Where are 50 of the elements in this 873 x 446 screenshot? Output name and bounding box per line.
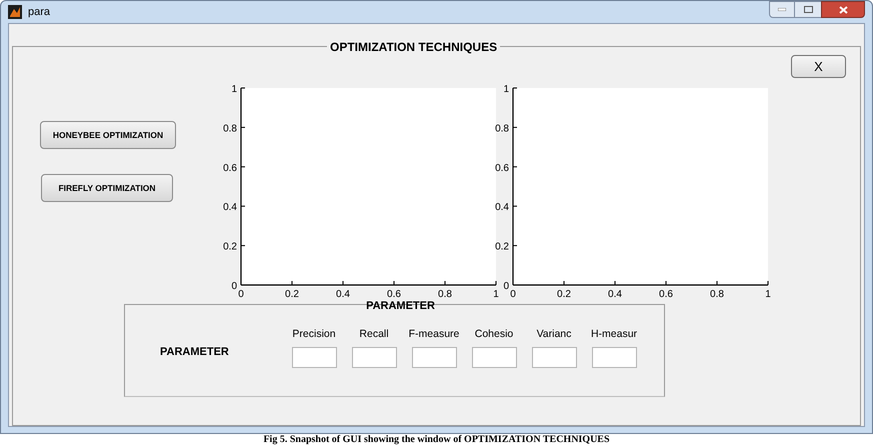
x-tick-label: 0.6 [387, 289, 401, 300]
maximize-button[interactable] [795, 1, 821, 18]
x-tick-label: 0.6 [659, 289, 673, 300]
x-tick-label: 0 [510, 289, 516, 300]
field-label: Precision [292, 327, 336, 342]
x-tick-label: 0.8 [710, 289, 724, 300]
y-tick-label: 0.8 [223, 123, 237, 134]
x-tick-label: 0.2 [557, 289, 571, 300]
y-tick-label: 0.8 [495, 123, 509, 134]
parameter-label: PARAMETER [160, 345, 229, 360]
parameter-input[interactable] [352, 346, 396, 368]
close-x-button[interactable]: X [791, 55, 846, 78]
x-tick-label: 0.4 [608, 289, 622, 300]
y-tick-label: 0.2 [223, 242, 237, 253]
x-tick-label: 0 [238, 289, 244, 300]
minimize-icon [778, 8, 786, 11]
close-icon [838, 6, 848, 14]
x-tick-label: 0.2 [285, 289, 299, 300]
maximize-icon [804, 6, 812, 13]
y-tick-label: 1 [231, 84, 237, 95]
window-title: para [28, 4, 50, 20]
close-button[interactable] [821, 1, 865, 18]
field-label: F-measure [408, 327, 460, 342]
app-icon [8, 5, 22, 19]
optimization-button[interactable]: HONEYBEE OPTIMIZATION [40, 121, 176, 149]
parameter-input[interactable] [412, 346, 456, 368]
minimize-button[interactable] [769, 1, 795, 18]
parameter-input[interactable] [592, 346, 636, 368]
y-tick-label: 1 [503, 84, 509, 95]
optimization-button[interactable]: FIREFLY OPTIMIZATION [41, 174, 173, 202]
parameter-input[interactable] [292, 346, 336, 368]
y-tick-label: 0.6 [495, 162, 509, 174]
parameter-input[interactable] [532, 346, 576, 368]
x-tick-label: 0.8 [438, 289, 452, 300]
field-label: Cohesio [474, 327, 514, 342]
x-tick-label: 1 [765, 289, 771, 300]
field-label: Recall [359, 327, 389, 342]
y-tick-label: 0.2 [495, 242, 509, 253]
x-tick-label: 0.4 [336, 289, 350, 300]
y-tick-label: 0.4 [495, 202, 509, 214]
y-tick-label: 0.4 [223, 202, 237, 214]
y-tick-label: 0.6 [223, 162, 237, 174]
field-label: H-measur [590, 327, 638, 342]
x-axis-label: PARAMETER [366, 300, 435, 312]
y-tick-label: 0 [503, 281, 509, 292]
y-tick-label: 0 [231, 281, 237, 292]
x-tick-label: 1 [493, 289, 499, 300]
figure-caption: Fig 5. Snapshot of GUI showing the window of OPTIMIZATION TECHNIQUES [262, 434, 611, 445]
field-label: Varianc [536, 327, 572, 342]
parameter-input[interactable] [472, 346, 516, 368]
